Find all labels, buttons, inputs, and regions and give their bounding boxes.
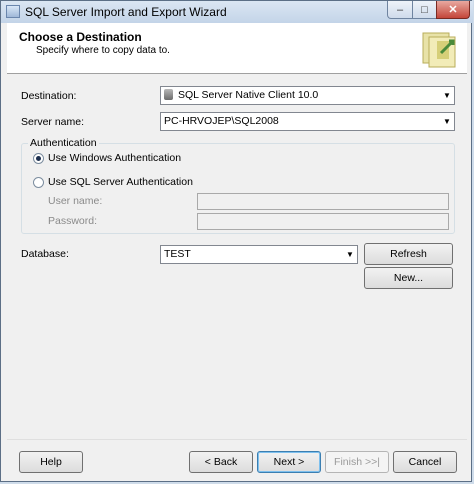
sql-auth-label[interactable]: Use SQL Server Authentication xyxy=(48,176,193,188)
new-database-button[interactable]: New... xyxy=(364,267,453,289)
close-button[interactable]: ✕ xyxy=(436,1,470,19)
page-subtitle: Specify where to copy data to. xyxy=(36,45,170,56)
windows-auth-radio[interactable] xyxy=(33,153,44,164)
database-select[interactable]: TEST ▼ xyxy=(160,245,358,264)
help-button[interactable]: Help xyxy=(19,451,83,473)
maximize-button[interactable]: □ xyxy=(412,1,437,19)
wizard-logo-icon xyxy=(422,32,456,68)
chevron-down-icon[interactable]: ▼ xyxy=(440,113,454,130)
wizard-header: Choose a Destination Specify where to co… xyxy=(7,23,467,74)
username-label: User name: xyxy=(48,195,103,207)
minimize-button[interactable]: – xyxy=(387,1,413,19)
authentication-legend: Authentication xyxy=(28,137,99,149)
chevron-down-icon[interactable]: ▼ xyxy=(440,87,454,104)
database-provider-icon xyxy=(164,88,173,100)
page-title: Choose a Destination xyxy=(19,30,142,44)
app-icon xyxy=(6,5,20,18)
window-title: SQL Server Import and Export Wizard xyxy=(25,5,227,19)
username-input[interactable] xyxy=(197,193,449,210)
minimize-icon: – xyxy=(396,3,404,16)
finish-button[interactable]: Finish >>| xyxy=(325,451,389,473)
refresh-button[interactable]: Refresh xyxy=(364,243,453,265)
windows-auth-label[interactable]: Use Windows Authentication xyxy=(48,152,181,164)
title-bar[interactable]: SQL Server Import and Export Wizard – □ … xyxy=(1,1,473,23)
destination-label: Destination: xyxy=(21,90,77,102)
destination-select[interactable]: SQL Server Native Client 10.0 ▼ xyxy=(160,86,455,105)
cancel-button[interactable]: Cancel xyxy=(393,451,457,473)
database-value: TEST xyxy=(164,248,191,260)
next-button[interactable]: Next > xyxy=(257,451,321,473)
wizard-content: Destination: SQL Server Native Client 10… xyxy=(7,74,467,438)
server-name-value: PC-HRVOJEP\SQL2008 xyxy=(164,115,279,127)
sql-auth-radio[interactable] xyxy=(33,177,44,188)
password-input[interactable] xyxy=(197,213,449,230)
server-name-select[interactable]: PC-HRVOJEP\SQL2008 ▼ xyxy=(160,112,455,131)
close-icon: ✕ xyxy=(448,4,458,16)
back-button[interactable]: < Back xyxy=(189,451,253,473)
database-label: Database: xyxy=(21,248,69,260)
destination-value: SQL Server Native Client 10.0 xyxy=(178,89,319,101)
password-label: Password: xyxy=(48,215,98,227)
server-name-label: Server name: xyxy=(21,116,85,128)
chevron-down-icon[interactable]: ▼ xyxy=(343,246,357,263)
wizard-window: SQL Server Import and Export Wizard – □ … xyxy=(0,0,473,482)
wizard-footer: Help < Back Next > Finish >>| Cancel xyxy=(7,439,467,480)
maximize-icon: □ xyxy=(421,3,428,16)
